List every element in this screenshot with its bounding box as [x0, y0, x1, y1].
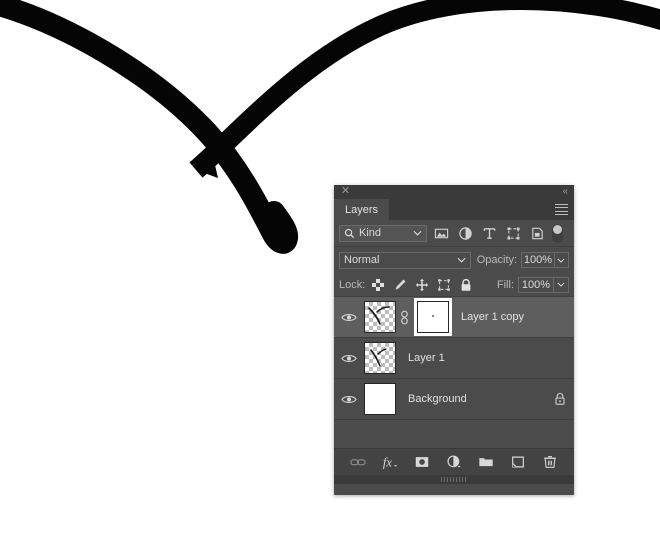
- layer-name[interactable]: Background: [408, 393, 552, 405]
- add-layer-mask-icon[interactable]: [414, 454, 430, 470]
- lock-row: Lock: Fill: 100%: [334, 273, 574, 297]
- table-row[interactable]: Background: [334, 379, 574, 420]
- layer-thumbnail-artwork: [368, 306, 390, 325]
- fill-stepper[interactable]: [554, 276, 569, 293]
- blend-mode-row: Normal Opacity: 100%: [334, 247, 574, 273]
- filter-kind-select[interactable]: Kind: [339, 224, 427, 242]
- new-group-icon[interactable]: [478, 454, 494, 470]
- layer-mask-content: [432, 315, 434, 317]
- pixel-layer-filter-icon[interactable]: [434, 226, 449, 241]
- tab-layers[interactable]: Layers: [334, 199, 390, 220]
- layers-panel-toolbar: fx: [334, 448, 574, 475]
- lock-image-pixels-icon[interactable]: [393, 278, 407, 292]
- search-icon: [344, 228, 355, 238]
- layer-thumbnail[interactable]: [364, 342, 396, 374]
- filter-type-icons: [434, 226, 545, 241]
- shape-layer-filter-icon[interactable]: [506, 226, 521, 241]
- chevron-down-icon: [557, 282, 565, 287]
- chevron-down-icon[interactable]: [413, 230, 422, 236]
- layer-visibility-toggle[interactable]: [334, 353, 364, 364]
- lock-transparent-pixels-icon[interactable]: [371, 278, 385, 292]
- filter-enable-toggle[interactable]: [552, 223, 563, 243]
- delete-layer-icon[interactable]: [542, 454, 558, 470]
- panel-resize-grip[interactable]: [334, 475, 574, 484]
- chevron-down-icon: [557, 258, 565, 263]
- layer-name[interactable]: Layer 1: [408, 352, 568, 364]
- layer-locked-badge: [552, 392, 568, 406]
- layer-filter-row: Kind: [334, 220, 574, 247]
- layer-style-fx-icon[interactable]: fx: [382, 454, 398, 470]
- opacity-stepper[interactable]: [554, 252, 569, 268]
- layer-list-empty-area: [334, 420, 574, 448]
- panel-menu-icon[interactable]: [555, 204, 568, 215]
- lock-icons: [371, 278, 473, 292]
- layer-mask-thumbnail[interactable]: [414, 298, 452, 336]
- layer-list[interactable]: Layer 1 copy Layer 1 Background: [334, 297, 574, 448]
- layers-panel[interactable]: ✕ « Layers Kind Normal Opacity: 100% Loc…: [334, 185, 574, 495]
- panel-tab-row: Layers: [334, 199, 574, 220]
- adjustment-layer-filter-icon[interactable]: [458, 226, 473, 241]
- svg-text:fx: fx: [383, 455, 392, 469]
- lock-position-icon[interactable]: [415, 278, 429, 292]
- eye-icon: [341, 354, 357, 362]
- panel-titlebar: ✕ «: [334, 185, 574, 199]
- layer-mask-link-icon[interactable]: [398, 310, 411, 325]
- blend-mode-select[interactable]: Normal: [339, 251, 471, 269]
- layer-thumbnail-artwork: [370, 348, 387, 367]
- layer-name[interactable]: Layer 1 copy: [461, 311, 568, 323]
- smart-object-filter-icon[interactable]: [530, 226, 545, 241]
- link-layers-icon[interactable]: [350, 454, 366, 470]
- layer-visibility-toggle[interactable]: [334, 312, 364, 323]
- blend-mode-value: Normal: [344, 254, 380, 266]
- table-row[interactable]: Layer 1: [334, 338, 574, 379]
- collapse-chevrons-icon[interactable]: «: [562, 185, 567, 198]
- new-adjustment-layer-icon[interactable]: [446, 454, 462, 470]
- filter-kind-label: Kind: [359, 227, 382, 239]
- lock-all-icon[interactable]: [459, 278, 473, 292]
- fill-label: Fill:: [496, 278, 514, 291]
- lock-icon: [555, 393, 565, 405]
- opacity-input[interactable]: 100%: [521, 252, 555, 268]
- eye-icon: [341, 313, 357, 321]
- tab-layers-label: Layers: [345, 203, 379, 216]
- lock-label: Lock:: [339, 278, 366, 291]
- layer-visibility-toggle[interactable]: [334, 394, 364, 405]
- new-layer-icon[interactable]: [510, 454, 526, 470]
- chain-link-icon: [401, 310, 408, 324]
- chevron-down-icon[interactable]: [457, 257, 466, 263]
- fill-input[interactable]: 100%: [518, 276, 554, 293]
- layer-thumbnail[interactable]: [364, 383, 396, 415]
- lock-artboard-nesting-icon[interactable]: [437, 278, 451, 292]
- opacity-label: Opacity:: [476, 254, 518, 266]
- eye-icon: [341, 395, 357, 403]
- layer-thumbnail[interactable]: [364, 301, 396, 333]
- close-icon[interactable]: ✕: [340, 186, 351, 197]
- grip-lines-icon: [441, 477, 467, 482]
- type-layer-filter-icon[interactable]: [482, 226, 497, 241]
- table-row[interactable]: Layer 1 copy: [334, 297, 574, 338]
